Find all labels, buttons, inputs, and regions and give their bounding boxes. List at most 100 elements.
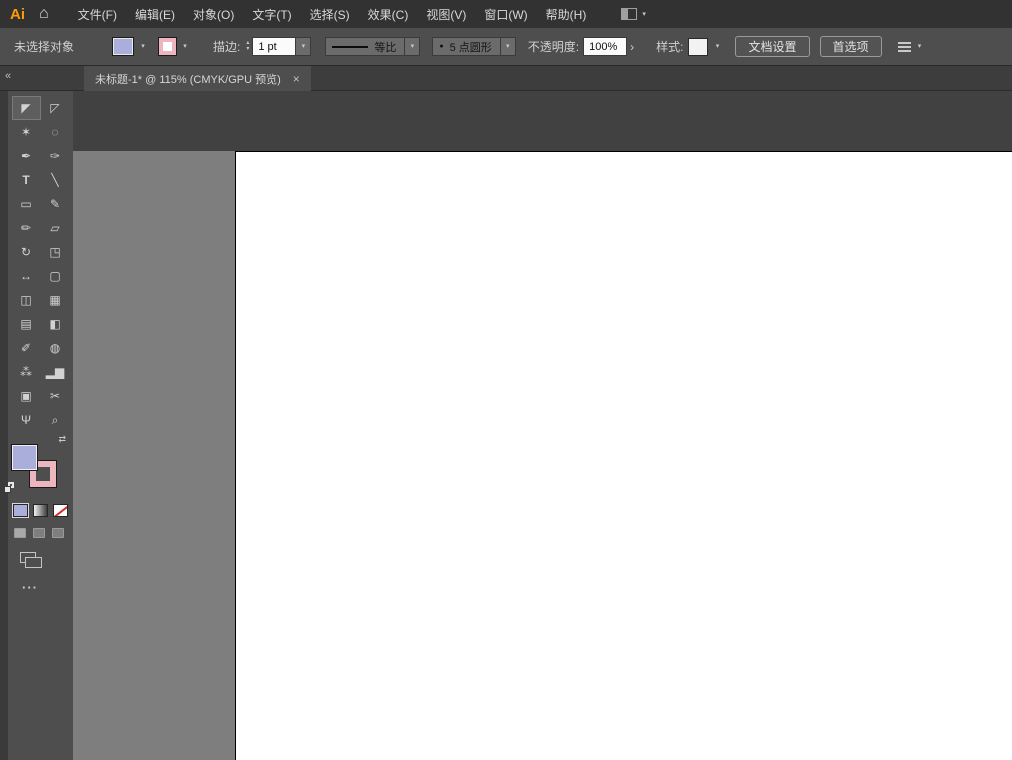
- shaper-tool[interactable]: ✏: [12, 216, 41, 240]
- menu-help[interactable]: 帮助(H): [537, 0, 596, 28]
- magic-wand-tool[interactable]: ✶: [12, 120, 41, 144]
- bar-line: [897, 49, 911, 52]
- paintbrush-tool[interactable]: ✎: [41, 192, 70, 216]
- opacity-label: 不透明度:: [527, 40, 580, 54]
- draw-behind-mode-icon[interactable]: [33, 528, 45, 538]
- menu-file[interactable]: 文件(F): [69, 0, 126, 28]
- style-label: 样式:: [656, 40, 684, 54]
- screen-mode-icon[interactable]: [20, 552, 42, 568]
- edit-toolbar-icon[interactable]: ···: [22, 580, 38, 595]
- preferences-button[interactable]: 首选项: [819, 36, 882, 57]
- line-segment-tool[interactable]: ╲: [41, 168, 70, 192]
- menu-select[interactable]: 选择(S): [301, 0, 359, 28]
- stroke-weight-input[interactable]: 1 pt: [252, 37, 297, 56]
- stroke-color-swatch[interactable]: [158, 37, 178, 56]
- none-button[interactable]: [53, 504, 68, 517]
- artboard[interactable]: [235, 151, 1012, 760]
- eyedropper-tool[interactable]: ✐: [12, 336, 41, 360]
- menu-object[interactable]: 对象(O): [184, 0, 243, 28]
- document-tab[interactable]: 未标题-1* @ 115% (CMYK/GPU 预览) ×: [84, 66, 311, 91]
- symbol-sprayer-tool[interactable]: ⁂: [12, 360, 41, 384]
- style-dropdown[interactable]: ▾: [711, 38, 723, 56]
- menu-bar: Ai ⌂ 文件(F) 编辑(E) 对象(O) 文字(T) 选择(S) 效果(C)…: [0, 0, 1012, 28]
- color-button[interactable]: [13, 504, 28, 517]
- stroke-color-dropdown[interactable]: ▾: [179, 38, 191, 56]
- curvature-tool[interactable]: ✑: [41, 144, 70, 168]
- direct-selection-tool[interactable]: ◸: [41, 96, 70, 120]
- column-graph-tool[interactable]: ▂▆: [41, 360, 70, 384]
- panel-edge-strip: [0, 91, 8, 760]
- zoom-tool[interactable]: ⌕: [41, 408, 70, 432]
- stroke-profile-dropdown[interactable]: 等比 ▾: [325, 37, 421, 56]
- bar-line: [897, 45, 911, 48]
- rectangle-tool[interactable]: ▭: [12, 192, 41, 216]
- tools-panel: ◤ ◸ ✶ ◌ ✒ ✑ T ╲ ▭ ✎ ✏ ▱ ↻ ◳ ↔ ▢ ◫ ▦ ▤ ◧ …: [4, 91, 73, 760]
- stroke-profile-value: 等比: [374, 41, 397, 54]
- panel-options-icon[interactable]: [897, 41, 911, 52]
- stroke-profile-caret[interactable]: ▾: [404, 37, 419, 56]
- menu-view[interactable]: 视图(V): [417, 0, 475, 28]
- fill-stroke-controls: ⇄ ···: [4, 432, 73, 752]
- document-setup-button[interactable]: 文档设置: [735, 36, 810, 57]
- menu-window[interactable]: 窗口(W): [475, 0, 536, 28]
- artboard-tool[interactable]: ▣: [12, 384, 41, 408]
- stroke-color-caret-icon: ▾: [183, 43, 187, 50]
- free-transform-tool[interactable]: ▢: [41, 264, 70, 288]
- document-tab-title: 未标题-1* @ 115% (CMYK/GPU 预览): [95, 73, 281, 86]
- pasteboard[interactable]: [73, 151, 235, 760]
- scale-tool[interactable]: ◳: [41, 240, 70, 264]
- brush-caret-icon: ▾: [506, 43, 510, 50]
- brush-dot-icon: ●: [439, 43, 444, 50]
- draw-normal-mode-icon[interactable]: [14, 528, 26, 538]
- selection-tool[interactable]: ◤: [11, 96, 41, 120]
- brush-dropdown[interactable]: ● 5 点圆形 ▾: [432, 37, 516, 56]
- workspace-switcher[interactable]: ▾: [621, 8, 646, 20]
- style-swatch[interactable]: [688, 37, 709, 56]
- panel-options-dropdown[interactable]: ▾: [914, 38, 926, 56]
- toolbar-collapse-icon[interactable]: «: [5, 70, 11, 82]
- opacity-input[interactable]: 100%: [583, 37, 628, 56]
- slice-tool[interactable]: ✂: [41, 384, 70, 408]
- fill-color-caret-icon: ▾: [141, 43, 145, 50]
- brush-caret[interactable]: ▾: [499, 37, 515, 56]
- perspective-grid-tool[interactable]: ▦: [41, 288, 70, 312]
- mesh-tool[interactable]: ▤: [12, 312, 41, 336]
- brush-name-value: 5 点圆形: [449, 41, 492, 54]
- stroke-profile-preview-icon: [332, 45, 369, 48]
- color-type-buttons: [13, 504, 68, 517]
- lasso-tool[interactable]: ◌: [41, 120, 70, 144]
- blend-tool[interactable]: ◍: [41, 336, 70, 360]
- home-icon[interactable]: ⌂: [39, 5, 49, 23]
- draw-inside-mode-icon[interactable]: [52, 528, 64, 538]
- stroke-weight-label: 描边:: [213, 40, 241, 54]
- pen-tool[interactable]: ✒: [12, 144, 41, 168]
- swap-fill-stroke-icon[interactable]: ⇄: [58, 434, 66, 445]
- tab-close-icon[interactable]: ×: [293, 72, 300, 86]
- gradient-button[interactable]: [33, 504, 48, 517]
- selection-status-label: 未选择对象: [14, 40, 75, 54]
- bar-line: [897, 41, 911, 44]
- opacity-panel-arrow[interactable]: ›: [630, 40, 634, 54]
- drawing-mode-buttons: [14, 528, 64, 538]
- width-tool[interactable]: ↔: [12, 264, 41, 288]
- hand-tool[interactable]: Ψ: [12, 408, 41, 432]
- fill-color-dropdown[interactable]: ▾: [137, 38, 149, 56]
- fill-swatch[interactable]: [11, 444, 38, 471]
- illustrator-logo[interactable]: Ai: [10, 6, 25, 23]
- stroke-weight-dropdown[interactable]: ▾: [296, 37, 312, 56]
- stroke-weight-stepper[interactable]: ▴ ▾: [246, 40, 250, 52]
- fill-color-swatch[interactable]: [112, 37, 135, 56]
- menu-type[interactable]: 文字(T): [243, 0, 300, 28]
- stepper-down-icon: ▾: [246, 46, 250, 52]
- gradient-tool[interactable]: ◧: [41, 312, 70, 336]
- type-tool[interactable]: T: [12, 168, 41, 192]
- workspace-icon: [621, 8, 638, 20]
- menu-edit[interactable]: 编辑(E): [126, 0, 184, 28]
- shape-builder-tool[interactable]: ◫: [12, 288, 41, 312]
- menu-effect[interactable]: 效果(C): [359, 0, 418, 28]
- default-fill-stroke-icon[interactable]: [4, 482, 18, 494]
- style-caret-icon: ▾: [715, 43, 720, 50]
- eraser-tool[interactable]: ▱: [41, 216, 70, 240]
- rotate-tool[interactable]: ↻: [12, 240, 41, 264]
- tool-grid: ◤ ◸ ✶ ◌ ✒ ✑ T ╲ ▭ ✎ ✏ ▱ ↻ ◳ ↔ ▢ ◫ ▦ ▤ ◧ …: [8, 91, 73, 432]
